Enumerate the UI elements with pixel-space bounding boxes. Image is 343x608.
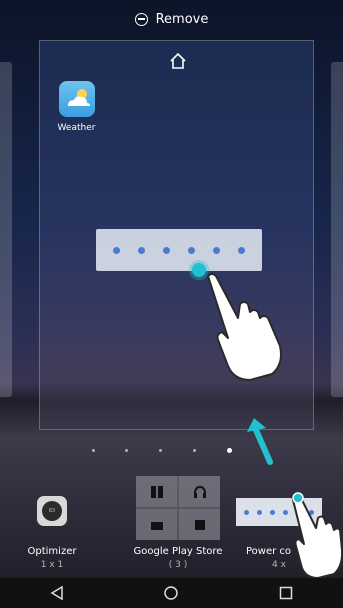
page-dot[interactable] xyxy=(159,449,162,452)
page-dot[interactable] xyxy=(193,449,196,452)
page-indicator xyxy=(0,448,343,459)
remove-drop-zone[interactable]: Remove xyxy=(0,6,343,32)
remove-label: Remove xyxy=(155,11,209,27)
weather-label: Weather xyxy=(57,123,96,133)
home-circle-icon xyxy=(164,586,179,600)
back-icon xyxy=(50,586,63,600)
navigation-bar xyxy=(0,578,343,608)
page-dot[interactable] xyxy=(125,449,128,452)
dragged-widget[interactable] xyxy=(96,229,262,271)
optimizer-icon: 83 xyxy=(37,496,67,526)
weather-app[interactable]: Weather xyxy=(54,81,99,133)
recents-icon xyxy=(279,586,293,600)
recents-button[interactable] xyxy=(266,578,306,608)
folder-icon xyxy=(136,476,220,540)
google-play-store-label: Google Play Store xyxy=(133,546,223,557)
back-button[interactable] xyxy=(37,578,77,608)
home-button[interactable] xyxy=(151,578,191,608)
hand-press-icon xyxy=(291,492,343,578)
weather-icon xyxy=(58,81,95,117)
google-play-store-count: ( 3 ) xyxy=(168,560,188,570)
next-page-preview[interactable] xyxy=(331,62,343,397)
page-dot[interactable] xyxy=(92,449,95,452)
page-dot-active[interactable] xyxy=(227,448,232,453)
hand-gesture-icon xyxy=(207,273,282,381)
remove-icon xyxy=(134,12,148,26)
optimizer-size: 1 x 1 xyxy=(40,560,64,570)
home-icon[interactable] xyxy=(168,51,188,71)
previous-page-preview[interactable] xyxy=(0,62,12,397)
optimizer-label: Optimizer xyxy=(27,546,77,557)
